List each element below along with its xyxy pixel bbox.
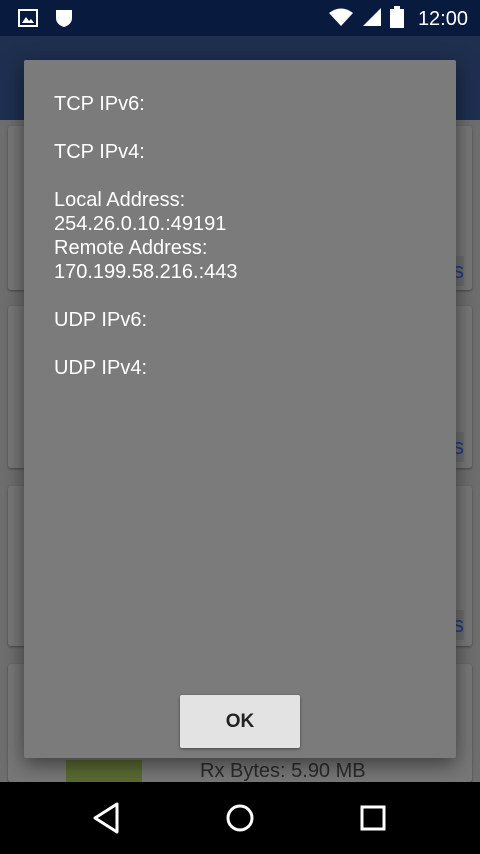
- dialog-message: TCP IPv6: TCP IPv4: Local Address: 254.2…: [54, 92, 238, 380]
- home-icon[interactable]: [222, 800, 258, 836]
- dialog-line: 170.199.58.216.:443: [54, 261, 238, 283]
- shield-notification-icon: [54, 8, 74, 33]
- dialog-line: UDP IPv4:: [54, 357, 147, 379]
- dialog-line: 254.26.0.10.:49191: [54, 213, 227, 235]
- battery-icon: [389, 6, 404, 33]
- clock: 12:00: [417, 8, 468, 30]
- navigation-bar: [0, 782, 480, 854]
- dialog-line: [54, 116, 238, 140]
- dialog-line: Local Address:: [54, 189, 186, 211]
- rx-bytes-label: Rx Bytes: 5.90 MB: [200, 760, 366, 782]
- cell-signal-icon: [362, 7, 382, 32]
- dialog-line: [54, 164, 238, 188]
- dialog-line: Remote Address:: [54, 237, 208, 259]
- app-thumbnail: [66, 760, 142, 782]
- dialog-line: TCP IPv6:: [54, 93, 145, 115]
- image-notification-icon: [18, 9, 38, 32]
- dialog-line: [54, 284, 238, 308]
- wifi-icon: [328, 7, 354, 32]
- dialog-line: [54, 332, 238, 356]
- status-bar: 12:00: [0, 0, 480, 36]
- connections-dialog: TCP IPv6: TCP IPv4: Local Address: 254.2…: [24, 60, 456, 758]
- back-icon[interactable]: [89, 800, 125, 836]
- dialog-line: UDP IPv6:: [54, 309, 147, 331]
- recents-icon[interactable]: [355, 800, 391, 836]
- dialog-line: TCP IPv4:: [54, 141, 145, 163]
- ok-button[interactable]: OK: [180, 695, 300, 748]
